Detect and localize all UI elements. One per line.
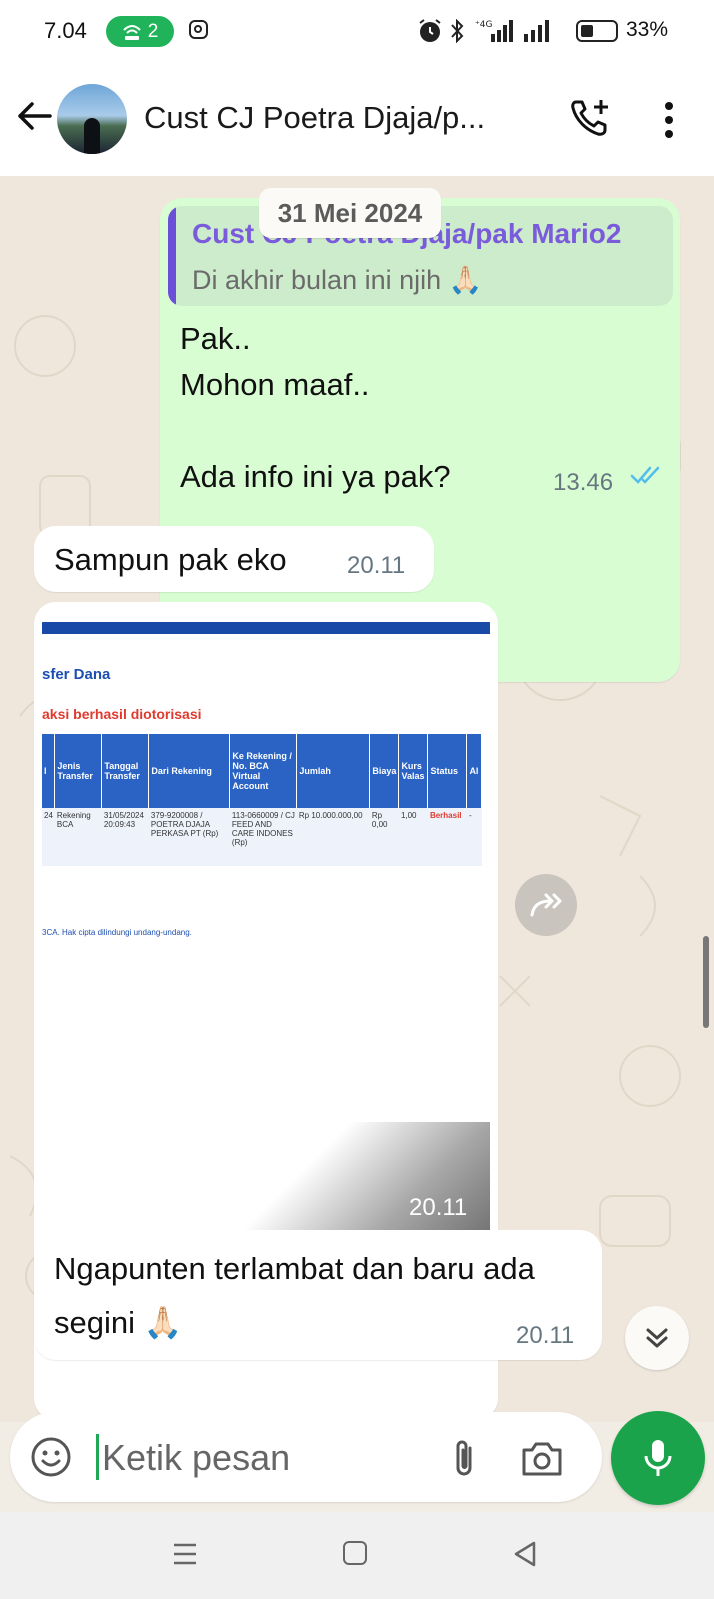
read-ticks-icon — [630, 466, 660, 484]
chat-title[interactable]: Cust CJ Poetra Djaja/p... — [144, 100, 485, 136]
scrollbar[interactable] — [703, 936, 709, 1028]
nav-back-icon[interactable] — [512, 1540, 538, 1568]
recent-apps-icon[interactable] — [172, 1542, 198, 1566]
signal-icon — [524, 20, 549, 42]
double-chevron-down-icon — [646, 1328, 668, 1348]
svg-text:⁺4G: ⁺4G — [475, 20, 492, 30]
table-header-row: l Jenis Transfer Tanggal Transfer Dari R… — [42, 734, 483, 808]
status-time: 7.04 — [44, 18, 87, 43]
outgoing-message-text: Pak.. Mohon maaf.. Ada info ini ya pak? — [180, 321, 451, 494]
mic-icon — [644, 1440, 672, 1476]
text-caret — [96, 1434, 99, 1480]
table-cell: Rp 10.000.000,00 — [296, 808, 370, 866]
table-cell: 24 — [42, 808, 55, 866]
date-chip: 31 Mei 2024 — [259, 188, 441, 238]
incoming-message-bubble[interactable]: Sampun pak eko 20.11 — [34, 526, 434, 592]
signal-4g-icon: ⁺4G — [475, 20, 513, 42]
incoming-message-text: Sampun pak eko — [54, 542, 287, 577]
table-cell-status: Berhasil — [427, 808, 467, 866]
table-cell: 1,00 — [398, 808, 428, 866]
quote-text: Di akhir bulan ini njih 🙏🏻 — [192, 265, 483, 295]
incoming-message-time: 20.11 — [347, 552, 406, 579]
table-cell: Rp 0,00 — [369, 808, 399, 866]
forward-button[interactable] — [515, 874, 577, 936]
table-header: Status — [427, 734, 468, 808]
battery-percent: 33% — [625, 18, 668, 41]
table-row: 24 Rekening BCA 31/05/2024 20:09:43 379-… — [42, 808, 482, 866]
back-arrow-icon[interactable] — [14, 96, 54, 136]
more-vert-icon[interactable] — [662, 100, 676, 140]
table-header: Jumlah — [296, 734, 371, 808]
hotspot-icon — [122, 24, 141, 40]
table-header: Dari Rekening — [148, 734, 231, 808]
message-composer — [10, 1412, 602, 1502]
chat-header: Cust CJ Poetra Djaja/p... — [0, 64, 714, 176]
camera-icon[interactable] — [520, 1438, 564, 1478]
forward-icon — [530, 893, 562, 917]
image-message-time: 20.11 — [409, 1194, 468, 1221]
attach-icon[interactable] — [446, 1436, 482, 1480]
add-call-icon[interactable] — [568, 96, 612, 140]
scroll-to-bottom-button[interactable] — [625, 1306, 689, 1370]
incoming-message-bubble[interactable]: Ngapunten terlambat dan baru ada segini … — [34, 1230, 602, 1360]
table-cell: 31/05/2024 20:09:43 — [101, 808, 149, 866]
hotspot-count: 2 — [147, 20, 159, 42]
avatar[interactable] — [57, 84, 127, 154]
table-cell: - — [466, 808, 482, 866]
table-cell: 379-9200008 / POETRA DJAJA PERKASA PT (R… — [148, 808, 230, 866]
status-bar: 7.04 2 ⁺4G 33% — [0, 0, 714, 64]
outgoing-message-time: 13.46 — [553, 469, 614, 496]
system-nav-bar — [0, 1512, 714, 1599]
emoji-icon[interactable] — [30, 1436, 72, 1478]
table-header: Ke Rekening / No. BCA Virtual Account — [229, 734, 298, 808]
instagram-icon — [189, 20, 208, 39]
incoming-message-text: Ngapunten terlambat dan baru ada segini … — [54, 1251, 535, 1340]
table-header: Tanggal Transfer — [101, 734, 150, 808]
table-header: Jenis Transfer — [54, 734, 103, 808]
image-heading: sfer Dana — [42, 666, 111, 683]
table-header: Al — [466, 734, 483, 808]
chat-area[interactable]: 31 Mei 2024 Cust CJ Poetra Djaja/pak Mar… — [0, 176, 714, 1422]
message-input[interactable] — [100, 1430, 434, 1486]
table-header: Kurs Valas — [398, 734, 429, 808]
table-header: Biaya — [369, 734, 400, 808]
image-subheading: aksi berhasil diotorisasi — [42, 706, 202, 722]
bluetooth-icon — [451, 19, 464, 43]
transfer-table: l Jenis Transfer Tanggal Transfer Dari R… — [42, 734, 483, 866]
image-footer: 3CA. Hak cipta dilindungi undang-undang. — [42, 928, 192, 937]
battery-icon — [576, 20, 618, 42]
table-cell: Rekening BCA — [54, 808, 102, 866]
alarm-icon — [419, 19, 441, 42]
table-header: l — [42, 734, 56, 808]
mic-button[interactable] — [611, 1411, 705, 1505]
table-cell: 113-0660009 / CJ FEED AND CARE INDONES (… — [229, 808, 297, 866]
home-icon[interactable] — [343, 1541, 367, 1565]
hotspot-indicator: 2 — [106, 16, 174, 47]
incoming-message-time: 20.11 — [516, 1322, 575, 1349]
